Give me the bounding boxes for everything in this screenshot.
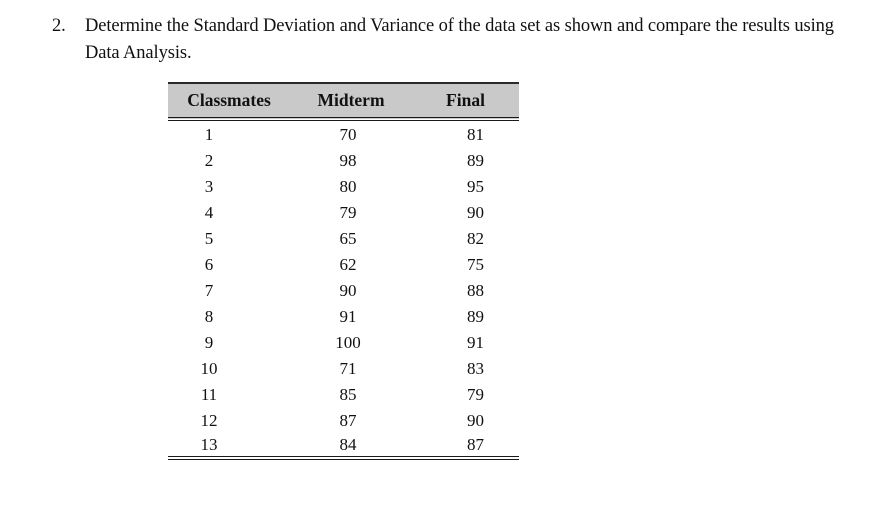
cell-midterm: 80: [339, 177, 357, 196]
cell-classmate: 7: [204, 281, 214, 300]
cell-classmate: 2: [204, 151, 214, 170]
cell-midterm: 91: [339, 307, 357, 326]
table-row: 5 65 82: [168, 226, 519, 252]
cell-final: 91: [467, 333, 484, 352]
cell-midterm: 70: [339, 125, 357, 144]
cell-final: 75: [467, 255, 484, 274]
cell-classmate: 4: [204, 203, 214, 222]
cell-final: 89: [467, 307, 484, 326]
cell-final: 90: [467, 203, 484, 222]
cell-midterm: 87: [339, 411, 357, 430]
table-row: 13 84 87: [168, 434, 519, 460]
table-row: 8 91 89: [168, 304, 519, 330]
cell-classmate: 3: [204, 177, 214, 196]
cell-midterm: 62: [339, 255, 357, 274]
table-row: 9 100 91: [168, 330, 519, 356]
header-final: Final: [412, 82, 519, 121]
question-text: Determine the Standard Deviation and Var…: [85, 16, 834, 63]
table-row: 11 85 79: [168, 382, 519, 408]
table-body: 1 70 81 2 98 89 3 80 95 4 79 90 5 65 82 6 62 75 7 90 88 8 91 89…: [168, 119, 519, 460]
cell-classmate: 6: [204, 255, 214, 274]
cell-final: 88: [467, 281, 484, 300]
cell-final: 82: [467, 229, 484, 248]
table-row: 7 90 88: [168, 278, 519, 304]
header-row: Classmates Midterm Final: [168, 82, 519, 121]
question: 2. Determine the Standard Deviation and …: [52, 13, 872, 67]
cell-classmate: 10: [200, 359, 218, 378]
table-row: 6 62 75: [168, 252, 519, 278]
cell-midterm: 84: [290, 434, 412, 460]
question-number: 2.: [52, 16, 66, 36]
cell-final: 87: [412, 434, 519, 460]
cell-final: 83: [467, 359, 484, 378]
cell-midterm: 85: [339, 385, 357, 404]
cell-classmate: 1: [204, 125, 214, 144]
cell-final: 90: [467, 411, 484, 430]
table-row: 10 71 83: [168, 356, 519, 382]
cell-classmate: 11: [200, 385, 218, 404]
cell-classmate: 5: [204, 229, 214, 248]
cell-final: 81: [467, 125, 484, 144]
cell-classmate: 13: [168, 434, 290, 460]
scores-table: Classmates Midterm Final 1 70 81 2 98 89 3 80 95…: [168, 82, 519, 460]
cell-final: 95: [467, 177, 484, 196]
cell-classmate: 12: [200, 411, 218, 430]
cell-classmate: 9: [204, 333, 214, 352]
table-row: 2 98 89: [168, 148, 519, 174]
cell-midterm: 100: [335, 333, 361, 352]
cell-midterm: 79: [339, 203, 357, 222]
header-classmates: Classmates: [168, 82, 290, 121]
cell-classmate: 8: [204, 307, 214, 326]
cell-midterm: 90: [339, 281, 357, 300]
cell-final: 89: [467, 151, 484, 170]
cell-final: 79: [467, 385, 484, 404]
cell-midterm: 98: [339, 151, 357, 170]
table-row: 12 87 90: [168, 408, 519, 434]
cell-midterm: 65: [339, 229, 357, 248]
table-header: Classmates Midterm Final: [168, 82, 519, 121]
table-row: 3 80 95: [168, 174, 519, 200]
table-row: 1 70 81: [168, 119, 519, 148]
header-midterm: Midterm: [290, 82, 412, 121]
table-row: 4 79 90: [168, 200, 519, 226]
scores-table-container: Classmates Midterm Final 1 70 81 2 98 89 3 80 95…: [168, 82, 519, 460]
cell-midterm: 71: [339, 359, 357, 378]
